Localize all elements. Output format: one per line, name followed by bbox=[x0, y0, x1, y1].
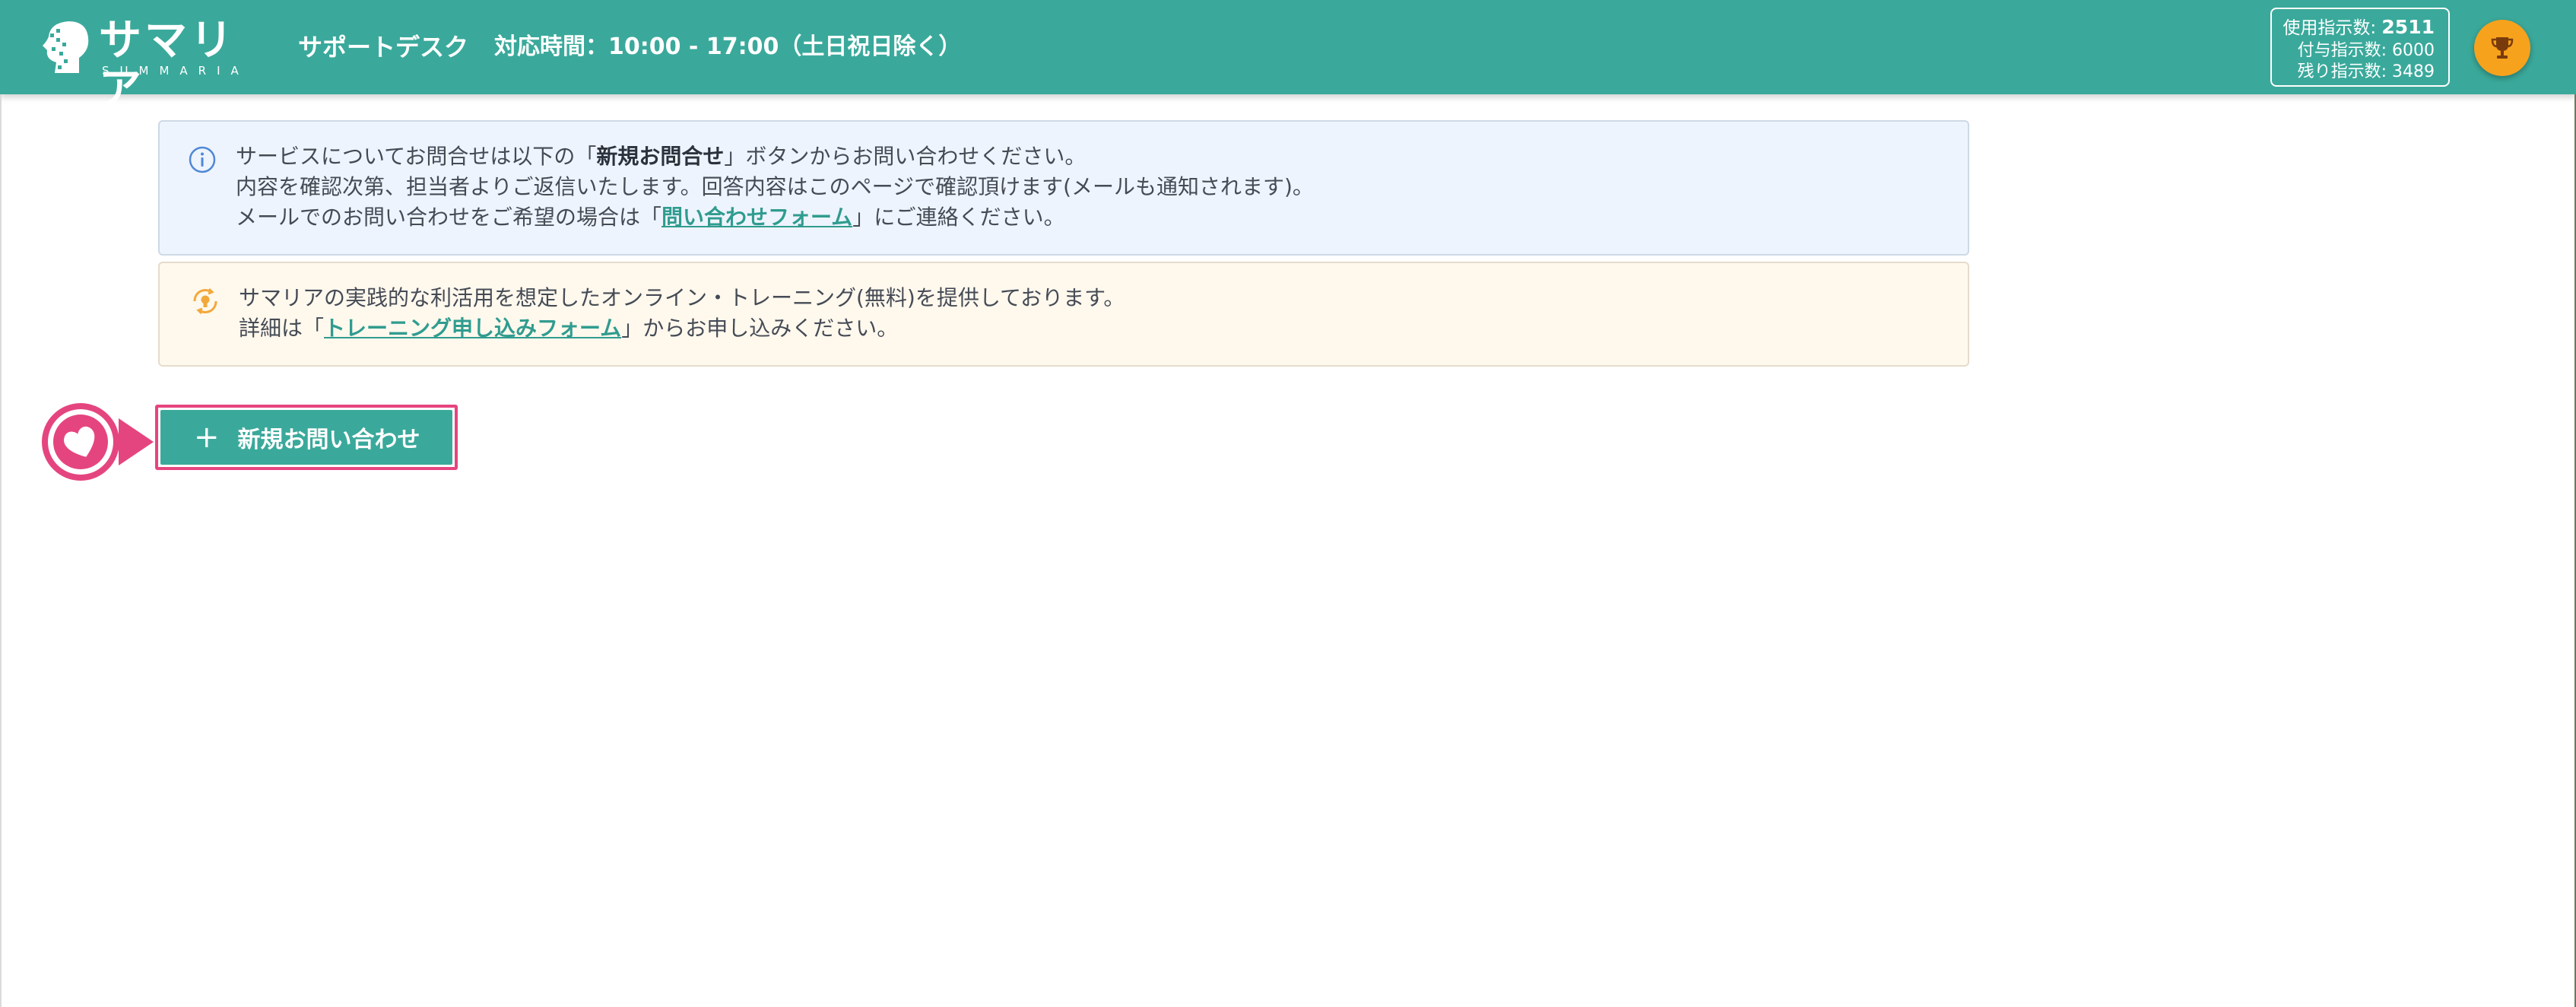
training-line-1: サマリアの実践的な利活用を想定したオンライン・トレーニング(無料)を提供しており… bbox=[239, 285, 1125, 310]
remaining-label: 残り指示数: bbox=[2297, 62, 2387, 81]
new-inquiry-label: 新規お問い合わせ bbox=[237, 427, 420, 453]
info-line-3: メールでのお問い合わせをご希望の場合は「問い合わせフォーム」にご連絡ください。 bbox=[236, 202, 1314, 233]
inquiry-form-link[interactable]: 問い合わせフォーム bbox=[661, 205, 852, 230]
new-inquiry-button-body[interactable]: + 新規お問い合わせ bbox=[160, 410, 452, 465]
left-border bbox=[0, 94, 2, 1007]
info-line-1-bold: 新規お問合せ bbox=[596, 144, 725, 169]
info-text: サービスについてお問合せは以下の「新規お問合せ」ボタンからお問い合わせください。… bbox=[236, 141, 1314, 233]
info-line-1-pre: サービスについてお問合せは以下の「 bbox=[236, 144, 597, 169]
top-header: サマリア SUMMARIA サポートデスク 対応時間：10:00 - 17:00… bbox=[0, 0, 2576, 114]
info-line-2: 内容を確認次第、担当者よりご返信いたします。回答内容はこのページで確認頂けます(… bbox=[236, 174, 1314, 199]
info-circle-icon bbox=[189, 146, 216, 173]
summaria-head-icon bbox=[43, 21, 89, 73]
lightbulb-icon bbox=[193, 287, 217, 315]
used-label: 使用指示数: bbox=[2283, 18, 2377, 38]
logo-subtitle: SUMMARIA bbox=[102, 64, 249, 78]
training-line-2: 詳細は「トレーニング申し込みフォーム」からお申し込みください。 bbox=[239, 313, 1125, 344]
info-line-1: サービスについてお問合せは以下の「新規お問合せ」ボタンからお問い合わせください。 bbox=[236, 141, 1314, 172]
granted-value: 6000 bbox=[2392, 41, 2435, 60]
info-line-1-post: 」ボタンからお問い合わせください。 bbox=[724, 144, 1087, 169]
summaria-logo[interactable]: サマリア SUMMARIA bbox=[40, 17, 260, 114]
granted-count: 付与指示数: 6000 bbox=[2279, 40, 2435, 62]
training-line-2-pre: 詳細は「 bbox=[239, 316, 325, 341]
info-notice: サービスについてお問合せは以下の「新規お問合せ」ボタンからお問い合わせください。… bbox=[158, 120, 1969, 256]
used-value: 2511 bbox=[2381, 16, 2435, 38]
granted-label: 付与指示数: bbox=[2297, 41, 2387, 60]
training-text: サマリアの実践的な利活用を想定したオンライン・トレーニング(無料)を提供しており… bbox=[239, 283, 1125, 344]
support-hours: 対応時間：10:00 - 17:00（土日祝日除く） bbox=[494, 33, 962, 60]
usage-counter: 使用指示数: 2511 付与指示数: 6000 残り指示数: 3489 bbox=[2270, 8, 2450, 87]
heart-pointer-badge bbox=[42, 403, 154, 481]
remaining-value: 3489 bbox=[2392, 62, 2435, 81]
trophy-button[interactable] bbox=[2474, 20, 2530, 76]
page-title: サポートデスク bbox=[298, 33, 469, 62]
trophy-icon bbox=[2491, 37, 2514, 59]
training-form-link[interactable]: トレーニング申し込みフォーム bbox=[324, 316, 621, 341]
used-count: 使用指示数: 2511 bbox=[2279, 15, 2435, 40]
training-notice: サマリアの実践的な利活用を想定したオンライン・トレーニング(無料)を提供しており… bbox=[158, 262, 1969, 367]
plus-icon: + bbox=[194, 420, 220, 455]
training-line-2-post: 」からお申し込みください。 bbox=[621, 316, 899, 341]
new-inquiry-button[interactable]: + 新規お問い合わせ bbox=[155, 405, 458, 470]
remaining-count: 残り指示数: 3489 bbox=[2279, 62, 2435, 83]
info-line-3-pre: メールでのお問い合わせをご希望の場合は「 bbox=[236, 205, 662, 230]
info-line-3-post: 」にご連絡ください。 bbox=[852, 205, 1065, 230]
